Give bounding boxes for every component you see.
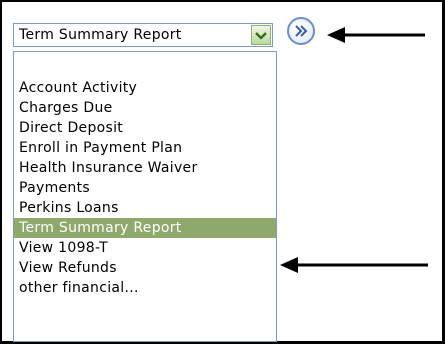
- list-item[interactable]: other financial...: [14, 278, 276, 298]
- list-item[interactable]: Term Summary Report: [14, 218, 276, 238]
- annotation-arrow-top: [327, 27, 425, 43]
- double-chevron-right-icon: [295, 25, 308, 37]
- financial-options-list[interactable]: Account Activity Charges Due Direct Deposi…: [13, 51, 277, 342]
- list-item[interactable]: Health Insurance Waiver: [14, 158, 276, 178]
- list-item-blank[interactable]: [14, 58, 276, 78]
- list-item[interactable]: Charges Due: [14, 98, 276, 118]
- list-item[interactable]: Perkins Loans: [14, 198, 276, 218]
- list-item[interactable]: View Refunds: [14, 258, 276, 278]
- annotation-arrow-selected: [280, 257, 428, 273]
- screenshot-frame: Term Summary Report Account Activity Char…: [0, 0, 445, 344]
- list-item[interactable]: Direct Deposit: [14, 118, 276, 138]
- chevron-down-icon[interactable]: [251, 25, 271, 45]
- list-item[interactable]: Payments: [14, 178, 276, 198]
- financial-options-select[interactable]: Term Summary Report: [13, 23, 273, 47]
- go-button[interactable]: [287, 17, 315, 45]
- list-item[interactable]: Enroll in Payment Plan: [14, 138, 276, 158]
- list-item[interactable]: View 1098-T: [14, 238, 276, 258]
- select-current-value: Term Summary Report: [19, 27, 182, 43]
- list-item[interactable]: Account Activity: [14, 78, 276, 98]
